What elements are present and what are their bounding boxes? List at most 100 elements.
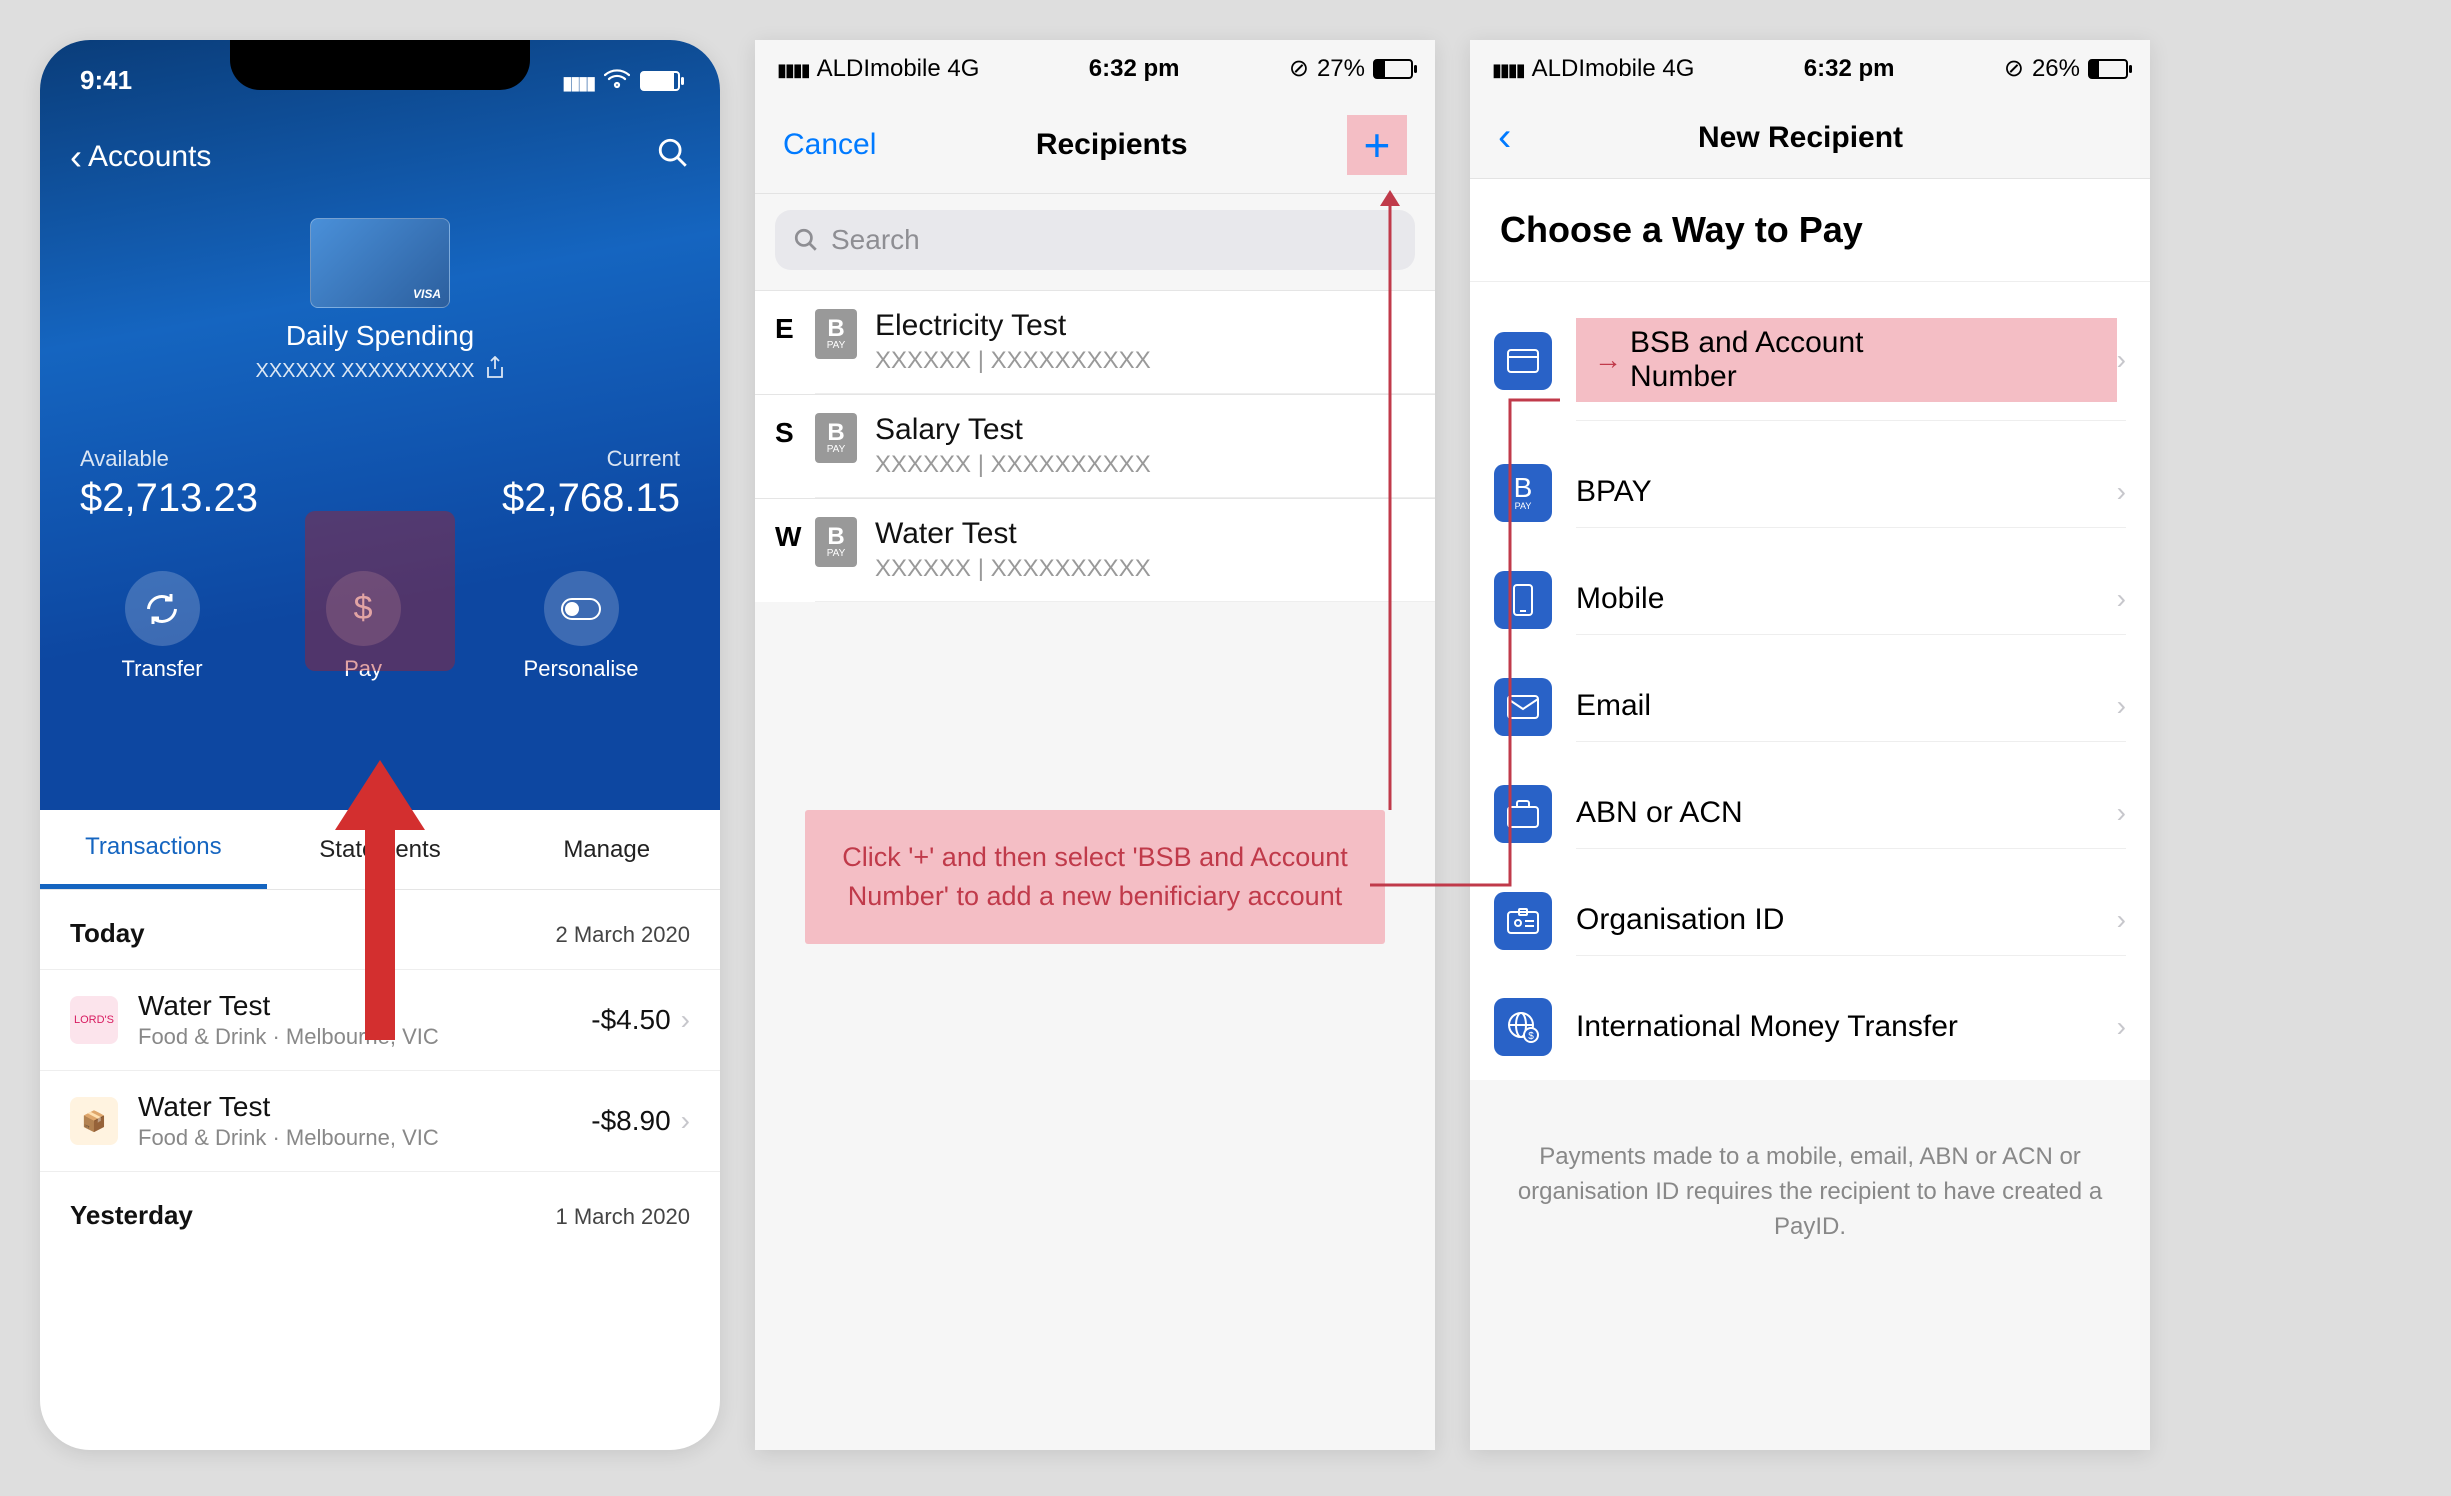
today-date: 2 March 2020 <box>555 922 690 948</box>
index-letter: E <box>755 291 815 394</box>
annotation-arrow-icon: → <box>1594 344 1622 376</box>
mobile-icon <box>1494 571 1552 629</box>
personalise-label: Personalise <box>524 656 639 682</box>
chevron-right-icon: › <box>2117 476 2126 508</box>
account-header: 9:41 ‹ Accounts Daily Spending XXXXXX XX… <box>40 40 720 810</box>
wifi-icon <box>604 65 630 96</box>
tx-amount: -$4.50 <box>591 1004 670 1036</box>
status-icons <box>562 65 680 96</box>
recipient-row[interactable]: S BPAY Salary Test XXXXXX | XXXXXXXXXX <box>755 394 1435 498</box>
tab-manage[interactable]: Manage <box>493 810 720 889</box>
recipient-name: Water Test <box>875 517 1151 551</box>
recipient-name: Salary Test <box>875 413 1151 447</box>
tx-name: Water Test <box>138 1091 591 1123</box>
action-buttons: Transfer $ Pay Personalise <box>40 521 720 682</box>
index-letter: S <box>755 395 815 498</box>
personalise-button[interactable]: Personalise <box>524 571 639 682</box>
device-notch <box>230 40 530 90</box>
add-button[interactable]: + <box>1347 115 1407 175</box>
current-value: $2,768.15 <box>502 476 680 521</box>
option-label: ABN or ACN <box>1576 796 1743 830</box>
option-org[interactable]: Organisation ID› <box>1470 867 2150 974</box>
briefcase-icon <box>1494 785 1552 843</box>
bpay-icon: BPAY <box>815 413 857 463</box>
status-bar: ALDImobile 4G 6:32 pm ⊘ 26% <box>1470 40 2150 97</box>
back-button[interactable]: ‹ Accounts <box>70 136 211 178</box>
tab-transactions[interactable]: Transactions <box>40 810 267 889</box>
yesterday-header: Yesterday 1 March 2020 <box>40 1171 720 1251</box>
available-block: Available $2,713.23 <box>80 446 258 521</box>
battery-icon <box>640 71 680 91</box>
chevron-right-icon: › <box>2117 344 2126 376</box>
search-input[interactable]: Search <box>775 210 1415 270</box>
option-international[interactable]: $ International Money Transfer› <box>1470 974 2150 1080</box>
chevron-right-icon: › <box>2117 1011 2126 1043</box>
payid-footnote: Payments made to a mobile, email, ABN or… <box>1470 1080 2150 1304</box>
svg-text:$: $ <box>1528 1031 1534 1042</box>
title-bar: ‹ New Recipient <box>1470 97 2150 179</box>
today-label: Today <box>70 918 145 949</box>
card-icon <box>1494 332 1552 390</box>
status-time: 9:41 <box>80 65 132 96</box>
option-bpay[interactable]: BPAY BPAY › <box>1470 439 2150 546</box>
current-label: Current <box>502 446 680 472</box>
chevron-right-icon: › <box>2117 583 2126 615</box>
status-bar: ALDImobile 4G 6:32 pm ⊘ 27% <box>755 40 1435 97</box>
bpay-icon: BPAY <box>1494 464 1552 522</box>
battery-percent: 26% <box>2032 55 2080 83</box>
phone-recipients: ALDImobile 4G 6:32 pm ⊘ 27% Cancel Recip… <box>755 40 1435 1450</box>
phone-new-recipient: ALDImobile 4G 6:32 pm ⊘ 26% ‹ New Recipi… <box>1470 40 2150 1450</box>
annotation-arrow-up <box>335 760 425 1045</box>
personalise-icon <box>544 571 619 646</box>
card-number: XXXXXX XXXXXXXXXX <box>256 360 475 383</box>
search-icon <box>793 227 819 253</box>
chevron-left-icon: ‹ <box>70 136 82 178</box>
recipient-row[interactable]: E BPAY Electricity Test XXXXXX | XXXXXXX… <box>755 290 1435 394</box>
option-label: BPAY <box>1576 475 1652 509</box>
bpay-icon: BPAY <box>815 309 857 359</box>
option-mobile[interactable]: Mobile› <box>1470 546 2150 653</box>
search-icon[interactable] <box>656 136 690 178</box>
recipient-name: Electricity Test <box>875 309 1151 343</box>
id-icon <box>1494 892 1552 950</box>
transfer-label: Transfer <box>121 656 202 682</box>
phone-accounts: 9:41 ‹ Accounts Daily Spending XXXXXX XX… <box>40 40 720 1450</box>
chevron-right-icon: › <box>2117 904 2126 936</box>
merchant-icon: LORD'S <box>70 996 118 1044</box>
annotation-arrow-to-plus <box>1365 190 1415 820</box>
globe-icon: $ <box>1494 998 1552 1056</box>
bpay-icon: BPAY <box>815 517 857 567</box>
payment-methods: → BSB and Account Number › BPAY BPAY › Mo… <box>1470 281 2150 1080</box>
recipient-row[interactable]: W BPAY Water Test XXXXXX | XXXXXXXXXX <box>755 498 1435 602</box>
recipients-list: E BPAY Electricity Test XXXXXX | XXXXXXX… <box>755 290 1435 602</box>
share-icon[interactable] <box>485 356 505 386</box>
recipient-sub: XXXXXX | XXXXXXXXXX <box>875 347 1151 375</box>
nav-row: ‹ Accounts <box>40 96 720 178</box>
transaction-row[interactable]: 📦 Water Test Food & Drink · Melbourne, V… <box>40 1070 720 1171</box>
option-bsb[interactable]: → BSB and Account Number › <box>1470 282 2150 439</box>
battery-icon <box>2088 59 2128 79</box>
carrier-label: ALDImobile 4G <box>817 55 980 83</box>
status-time: 6:32 pm <box>1804 55 1895 83</box>
signal-icon <box>562 65 594 96</box>
available-label: Available <box>80 446 258 472</box>
tx-sub: Food & Drink · Melbourne, VIC <box>138 1125 591 1151</box>
battery-icon <box>1373 59 1413 79</box>
chevron-right-icon: › <box>2117 690 2126 722</box>
chevron-right-icon: › <box>681 1004 690 1036</box>
back-label: Accounts <box>88 140 211 174</box>
option-abn[interactable]: ABN or ACN› <box>1470 760 2150 867</box>
transfer-icon <box>125 571 200 646</box>
option-email[interactable]: Email› <box>1470 653 2150 760</box>
transfer-button[interactable]: Transfer <box>121 571 202 682</box>
card-name: Daily Spending <box>40 320 720 352</box>
rotation-lock-icon: ⊘ <box>2004 54 2024 83</box>
screen-title: New Recipient <box>1698 121 1903 155</box>
email-icon <box>1494 678 1552 736</box>
cancel-button[interactable]: Cancel <box>783 128 876 162</box>
recipient-sub: XXXXXX | XXXXXXXXXX <box>875 451 1151 479</box>
back-button[interactable]: ‹ <box>1498 115 1558 160</box>
rotation-lock-icon: ⊘ <box>1289 54 1309 83</box>
yesterday-label: Yesterday <box>70 1200 193 1231</box>
index-letter: W <box>755 499 815 602</box>
